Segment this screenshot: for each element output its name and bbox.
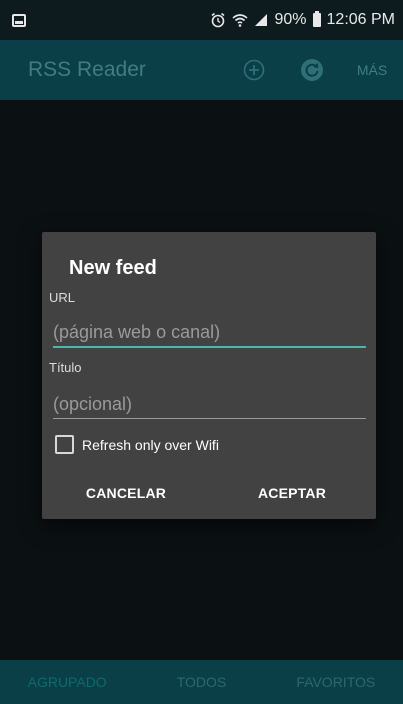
- title-label: Título: [49, 360, 82, 375]
- app-bar: RSS Reader MÁS: [0, 40, 403, 100]
- wifi-only-label: Refresh only over Wifi: [82, 436, 219, 453]
- battery-icon: [312, 11, 321, 27]
- battery-percent: 90%: [274, 11, 307, 28]
- url-label: URL: [49, 290, 76, 305]
- alarm-icon: [210, 12, 226, 28]
- refresh-button[interactable]: [283, 40, 341, 100]
- screenshot-notification-icon: [12, 13, 26, 27]
- tab-agrupado[interactable]: AGRUPADO: [0, 660, 134, 704]
- title-input[interactable]: [53, 388, 366, 420]
- refresh-icon: [301, 59, 323, 81]
- more-menu-button[interactable]: MÁS: [341, 40, 403, 100]
- wifi-only-option[interactable]: Refresh only over Wifi: [55, 435, 219, 454]
- status-right: 90% 12:06 PM: [210, 11, 395, 29]
- url-underline: [53, 346, 366, 348]
- cancel-button[interactable]: CANCELAR: [70, 479, 182, 507]
- title-underline: [53, 418, 366, 419]
- add-circle-icon: [243, 59, 265, 81]
- wifi-icon: [232, 12, 249, 28]
- add-feed-button[interactable]: [225, 40, 283, 100]
- signal-icon: [254, 13, 268, 27]
- bottom-tab-bar: AGRUPADO TODOS FAVORITOS: [0, 660, 403, 704]
- app-actions: MÁS: [225, 40, 403, 100]
- wifi-only-checkbox[interactable]: [55, 435, 74, 454]
- new-feed-dialog: New feed URL Título Refresh only over Wi…: [42, 232, 376, 519]
- url-input[interactable]: [53, 316, 366, 348]
- dialog-title: New feed: [69, 257, 157, 279]
- accept-button[interactable]: ACEPTAR: [242, 479, 342, 507]
- status-left: [12, 13, 26, 27]
- tab-favoritos[interactable]: FAVORITOS: [269, 660, 403, 704]
- app-title: RSS Reader: [28, 58, 146, 81]
- tab-todos[interactable]: TODOS: [134, 660, 268, 704]
- status-bar: 90% 12:06 PM: [0, 0, 403, 40]
- clock: 12:06 PM: [326, 11, 395, 28]
